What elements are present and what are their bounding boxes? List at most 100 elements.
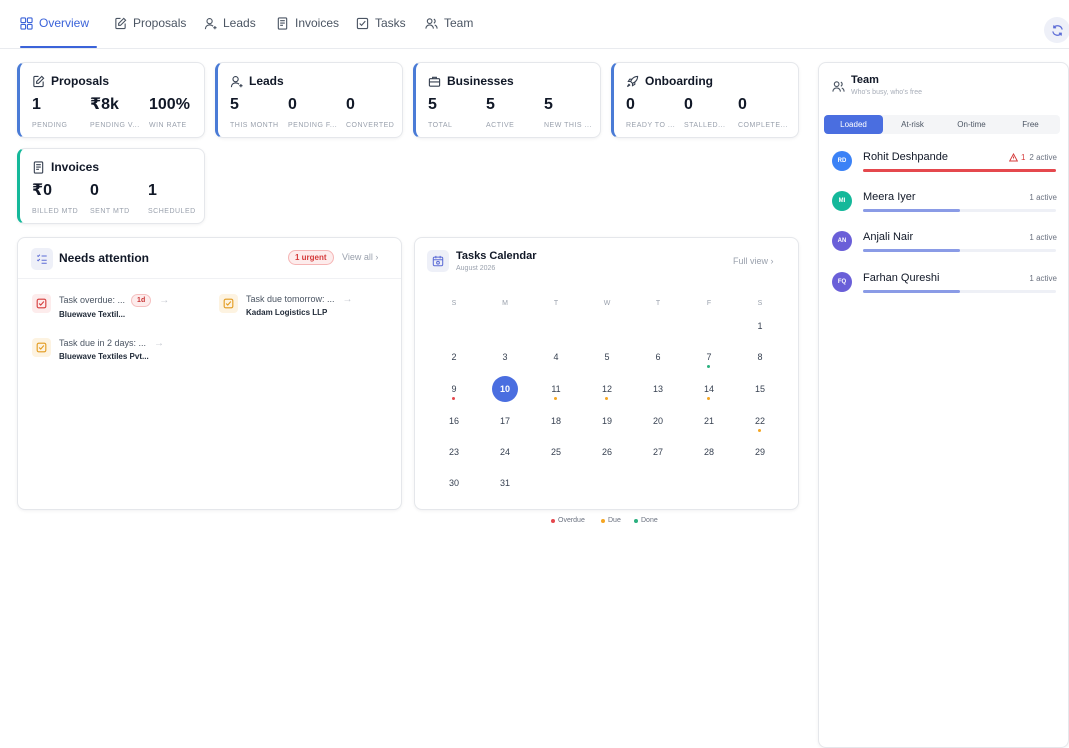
filter-at-risk[interactable]: At-risk <box>883 115 942 134</box>
stat-label: TOTAL <box>428 122 453 129</box>
calendar-day[interactable]: 2 <box>441 344 467 370</box>
calendar-day-today[interactable]: 10 <box>492 376 518 402</box>
due-marker <box>707 397 710 400</box>
calendar-day[interactable]: 20 <box>645 408 671 434</box>
calendar-day[interactable]: 18 <box>543 408 569 434</box>
tab-team[interactable]: Team <box>425 16 473 48</box>
age-badge: 1d <box>131 294 152 307</box>
team-member-row[interactable]: MI Meera Iyer 1 active <box>832 188 1057 224</box>
refresh-button[interactable] <box>1044 17 1069 43</box>
attention-item-subtitle: Bluewave Textiles Pvt... <box>59 352 149 361</box>
calendar-day[interactable]: 12 <box>594 376 620 402</box>
tab-leads[interactable]: Leads <box>204 16 256 48</box>
task-checkbox-icon <box>32 294 51 313</box>
attention-item[interactable]: Task due tomorrow: ... → Kadam Logistics … <box>219 294 353 317</box>
legend-item: Due <box>601 517 621 524</box>
stat: 5 THIS MONTH <box>230 96 288 129</box>
legend-dot <box>634 518 638 523</box>
tab-label: Tasks <box>375 16 406 30</box>
calendar-day[interactable]: 17 <box>492 408 518 434</box>
filter-loaded[interactable]: Loaded <box>824 115 883 134</box>
tab-tasks[interactable]: Tasks <box>356 16 406 48</box>
calendar-day[interactable]: 15 <box>747 376 773 402</box>
avatar: MI <box>832 191 852 211</box>
proposals-card[interactable]: Proposals 1 PENDING ₹8k PENDING V... 100% W… <box>17 62 205 138</box>
task-checkbox-icon <box>219 294 238 313</box>
user-icon <box>204 18 217 30</box>
team-member-row[interactable]: RD Rohit Deshpande 1 2 active <box>832 148 1057 184</box>
grid-icon <box>20 17 33 30</box>
calendar-day[interactable]: 31 <box>492 470 518 496</box>
weekday-label: T <box>553 300 559 307</box>
team-filter-tabs: Loaded At-risk On-time Free <box>824 115 1060 134</box>
calendar-day[interactable]: 4 <box>543 344 569 370</box>
legend-label: Done <box>641 517 658 524</box>
calendar-day[interactable]: 1 <box>747 313 773 339</box>
calendar-day[interactable]: 26 <box>594 439 620 465</box>
calendar-day[interactable]: 11 <box>543 376 569 402</box>
stat-value: 5 <box>544 96 553 113</box>
calendar-day[interactable]: 25 <box>543 439 569 465</box>
calendar-day[interactable]: 29 <box>747 439 773 465</box>
edit-icon <box>33 75 45 87</box>
stat: ₹8k PENDING V... <box>90 96 148 129</box>
weekday-label: W <box>603 300 611 307</box>
card-title-text: Businesses <box>447 74 514 88</box>
member-name: Anjali Nair <box>863 231 914 243</box>
invoices-card[interactable]: Invoices ₹0 BILLED MTD 0 SENT MTD 1 SCHEDUL… <box>17 148 205 224</box>
team-panel: Team Who's busy, who's free Loaded At-ri… <box>818 62 1069 748</box>
team-member-row[interactable]: FQ Farhan Qureshi 1 active <box>832 269 1057 305</box>
stat-value: 100% <box>149 96 190 113</box>
tab-invoices[interactable]: Invoices <box>276 16 339 48</box>
file-icon <box>277 17 288 30</box>
calendar-day[interactable]: 5 <box>594 344 620 370</box>
card-title-text: Onboarding <box>645 74 713 88</box>
full-view-link[interactable]: Full view › <box>733 256 774 266</box>
businesses-card[interactable]: Businesses 5 TOTAL 5 ACTIVE 5 NEW THIS ... <box>413 62 601 138</box>
done-marker <box>707 365 710 368</box>
stat-label: COMPLETE... <box>738 122 788 129</box>
calendar-day[interactable]: 23 <box>441 439 467 465</box>
filter-on-time[interactable]: On-time <box>942 115 1001 134</box>
weekday-label: T <box>655 300 661 307</box>
stat-value: 0 <box>684 96 693 113</box>
calendar-day[interactable]: 28 <box>696 439 722 465</box>
calendar-day[interactable]: 24 <box>492 439 518 465</box>
weekday-label: S <box>757 300 763 307</box>
calendar-day[interactable]: 16 <box>441 408 467 434</box>
attention-item-subtitle: Bluewave Textil... <box>59 310 126 319</box>
filter-free[interactable]: Free <box>1001 115 1060 134</box>
stat-value: 0 <box>738 96 747 113</box>
attention-item[interactable]: Task overdue: ... 1d → Bluewave Textil... <box>32 294 169 319</box>
calendar-day[interactable]: 3 <box>492 344 518 370</box>
calendar-day[interactable]: 30 <box>441 470 467 496</box>
calendar-day[interactable]: 14 <box>696 376 722 402</box>
member-status: 1 active <box>1029 193 1057 202</box>
calendar-day[interactable]: 6 <box>645 344 671 370</box>
calendar-day[interactable]: 22 <box>747 408 773 434</box>
stat: 0 COMPLETE... <box>738 96 796 129</box>
tab-overview[interactable]: Overview <box>20 16 97 48</box>
stat: 5 TOTAL <box>428 96 486 129</box>
calendar-day[interactable]: 13 <box>645 376 671 402</box>
calendar-day[interactable]: 27 <box>645 439 671 465</box>
tab-proposals[interactable]: Proposals <box>114 16 186 48</box>
legend-item: Overdue <box>551 517 585 524</box>
member-name: Farhan Qureshi <box>863 272 940 284</box>
member-name: Rohit Deshpande <box>863 151 949 163</box>
attention-item[interactable]: Task due in 2 days: ... → Bluewave Textil… <box>32 338 164 361</box>
stat-value: ₹8k <box>90 96 119 113</box>
stat: 1 PENDING <box>32 96 90 129</box>
team-member-row[interactable]: AN Anjali Nair 1 active <box>832 228 1057 264</box>
calendar-day[interactable]: 9 <box>441 376 467 402</box>
calendar-day[interactable]: 8 <box>747 344 773 370</box>
stat-label: READY TO ... <box>626 122 676 129</box>
workload-bar <box>863 249 1056 252</box>
calendar-day[interactable]: 21 <box>696 408 722 434</box>
calendar-day[interactable]: 7 <box>696 344 722 370</box>
file-icon <box>33 160 44 174</box>
leads-card[interactable]: Leads 5 THIS MONTH 0 PENDING F... 0 CONVERT… <box>215 62 403 138</box>
onboarding-card[interactable]: Onboarding 0 READY TO ... 0 STALLED... 0 CO… <box>611 62 799 138</box>
calendar-day[interactable]: 19 <box>594 408 620 434</box>
view-all-link[interactable]: View all › <box>342 252 378 262</box>
